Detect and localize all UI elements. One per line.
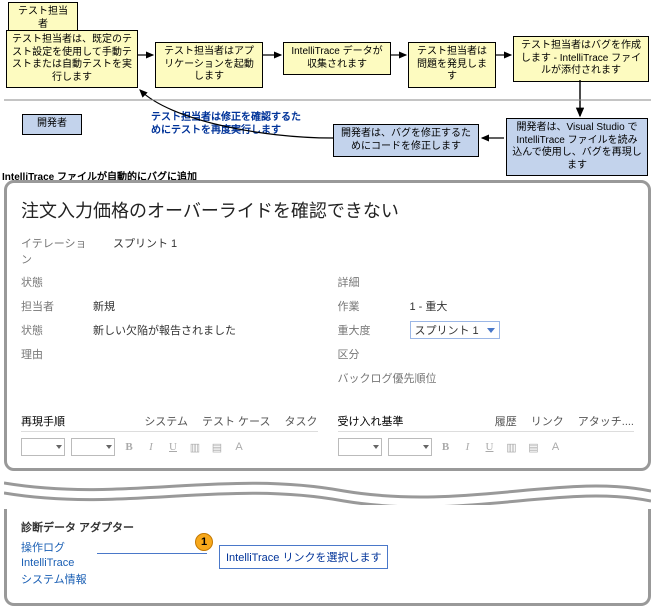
tab-test-cases[interactable]: テスト ケース xyxy=(202,413,271,429)
font-color-button-r[interactable]: A xyxy=(548,439,564,455)
underline-button-r[interactable]: U xyxy=(482,439,498,455)
tab-repro-steps[interactable]: 再現手順 xyxy=(21,413,65,429)
tab-links[interactable]: リンク xyxy=(531,413,564,429)
tab-acceptance[interactable]: 受け入れ基準 xyxy=(338,413,404,429)
font-size-select-r[interactable] xyxy=(388,438,432,456)
color-button[interactable]: ▥ xyxy=(187,439,203,455)
diagnostic-header: 診断データ アダプター xyxy=(21,519,634,535)
severity-label: 重大度 xyxy=(338,322,410,338)
callout-connector xyxy=(97,553,207,554)
backlog-label: バックログ優先順位 xyxy=(338,370,437,386)
step-create-bug: テスト担当者はバグを作成します - IntelliTrace ファイルが添付され… xyxy=(513,36,649,82)
step-dev-fix: 開発者は、バグを修正するためにコードを修正します xyxy=(333,124,479,157)
font-color-button[interactable]: A xyxy=(231,439,247,455)
chevron-down-icon xyxy=(487,328,495,333)
link-intellitrace[interactable]: IntelliTrace xyxy=(21,557,74,569)
underline-button[interactable]: U xyxy=(165,439,181,455)
tab-history[interactable]: 履歴 xyxy=(495,413,517,429)
callout-number-1: 1 xyxy=(195,533,213,551)
font-size-select[interactable] xyxy=(71,438,115,456)
italic-button[interactable]: I xyxy=(143,439,159,455)
color-button-r[interactable]: ▥ xyxy=(504,439,520,455)
diagnostic-adapters-panel: 診断データ アダプター 操作ログ IntelliTrace システム情報 1 I… xyxy=(4,509,651,606)
link-operation-log[interactable]: 操作ログ xyxy=(21,539,65,555)
state-value: 新しい欠陥が報告されました xyxy=(93,322,236,338)
editor-toolbar-right: B I U ▥ ▤ A xyxy=(338,432,635,458)
tab-system[interactable]: システム xyxy=(144,413,188,429)
severity-select-value: スプリント 1 xyxy=(415,322,479,338)
italic-button-r[interactable]: I xyxy=(460,439,476,455)
retest-note: テスト担当者は修正を確認するためにテストを再度実行します xyxy=(151,112,301,137)
assigned-label: 担当者 xyxy=(21,298,93,314)
assigned-value: 新規 xyxy=(93,298,115,314)
area-label: 区分 xyxy=(338,346,410,362)
bold-button-r[interactable]: B xyxy=(438,439,454,455)
iteration-label: イテレーション xyxy=(21,235,93,267)
iteration-value: スプリント 1 xyxy=(113,235,177,267)
callout-instruction: IntelliTrace リンクを選択します xyxy=(219,545,388,569)
step-launch-app: テスト担当者はアプリケーションを起動します xyxy=(155,42,263,88)
details-header: 詳細 xyxy=(338,274,410,290)
severity-select[interactable]: スプリント 1 xyxy=(410,321,500,339)
tab-tasks[interactable]: タスク xyxy=(285,413,318,429)
editor-toolbar-left: B I U ▥ ▤ A xyxy=(21,432,318,458)
page-break-graphic xyxy=(4,477,651,505)
font-family-select-r[interactable] xyxy=(338,438,382,456)
state-header-left: 状態 xyxy=(21,274,93,290)
bug-form-panel: 注文入力価格のオーバーライドを確認できない イテレーション スプリント 1 状態… xyxy=(4,180,651,471)
link-system-info[interactable]: システム情報 xyxy=(21,571,87,587)
bold-button[interactable]: B xyxy=(121,439,137,455)
step-collect-intellitrace: IntelliTrace データが収集されます xyxy=(283,42,391,75)
developer-role-header: 開発者 xyxy=(22,114,82,135)
state-label: 状態 xyxy=(21,322,93,338)
highlight-button[interactable]: ▤ xyxy=(209,439,225,455)
step-run-tests: テスト担当者は、既定のテスト設定を使用して手動テストまたは自動テストを実行します xyxy=(6,30,138,88)
font-family-select[interactable] xyxy=(21,438,65,456)
step-dev-reproduce: 開発者は、Visual Studio で IntelliTrace ファイルを読… xyxy=(506,118,648,176)
work-value: 1 - 重大 xyxy=(410,298,448,314)
workflow-diagram: テスト担当者 開発者 テスト担当者は、既定のテスト設定を使用して手動テストまたは… xyxy=(0,0,655,180)
reason-label: 理由 xyxy=(21,346,93,362)
step-find-issue: テスト担当者は問題を発見します xyxy=(408,42,496,88)
work-label: 作業 xyxy=(338,298,410,314)
bug-title: 注文入力価格のオーバーライドを確認できない xyxy=(21,197,634,223)
tab-attachments[interactable]: アタッチ.... xyxy=(578,413,634,429)
highlight-button-r[interactable]: ▤ xyxy=(526,439,542,455)
